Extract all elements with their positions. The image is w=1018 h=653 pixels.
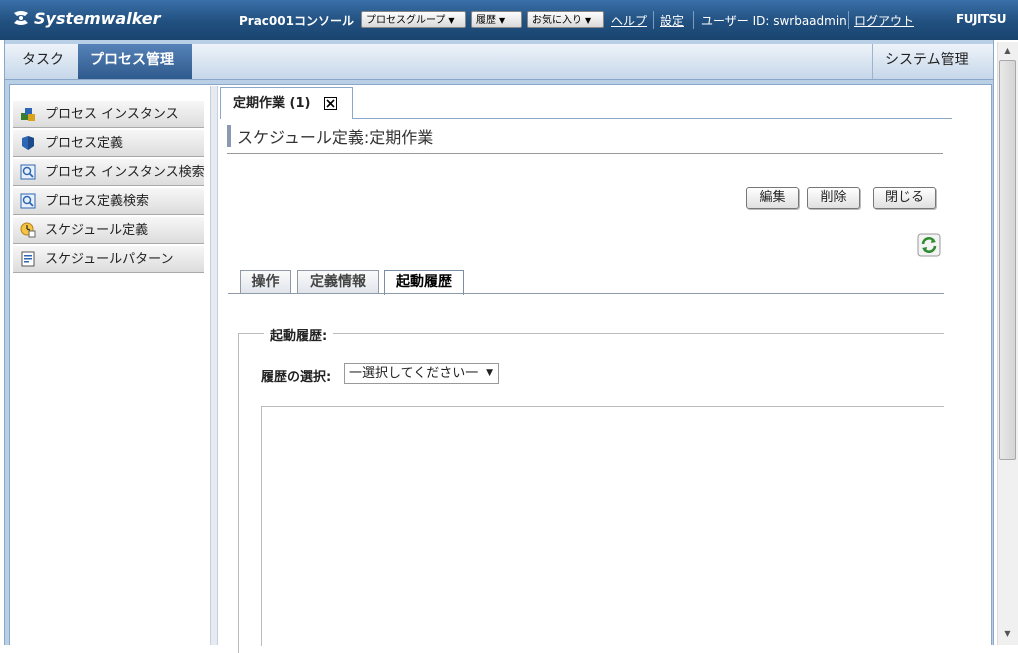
process-instance-icon: [21, 108, 35, 121]
search-icon: [20, 164, 36, 180]
sidebar-item-label: スケジュール定義: [45, 223, 149, 238]
tab-launch-history[interactable]: 起動履歴: [384, 270, 464, 295]
sidebar-item-schedule-pattern[interactable]: スケジュールパターン: [13, 245, 204, 273]
close-icon[interactable]: [324, 97, 337, 110]
title-accent-bar: [227, 125, 231, 147]
history-select[interactable]: 一選択してください一 ▼: [344, 363, 499, 384]
sidebar-item-schedule-definition[interactable]: スケジュール定義: [13, 216, 204, 244]
console-title: Prac001コンソール: [239, 14, 354, 28]
document-tab[interactable]: 定期作業 (1): [220, 87, 353, 119]
sidebar-item-process-instance-search[interactable]: プロセス インスタンス検索: [13, 158, 205, 186]
history-label: 履歴: [476, 15, 496, 26]
scroll-down-icon[interactable]: ▼: [999, 627, 1016, 641]
page-title: スケジュール定義:定期作業: [237, 128, 434, 147]
help-link[interactable]: ヘルプ: [611, 12, 647, 29]
settings-link[interactable]: 設定: [660, 12, 684, 29]
process-definition-icon: [22, 136, 34, 150]
favorites-button[interactable]: お気に入り ▼: [527, 11, 604, 28]
history-detail-area: [261, 406, 944, 646]
chevron-down-icon: ▼: [499, 16, 506, 25]
search-icon: [20, 193, 36, 209]
chevron-down-icon: ▼: [486, 368, 493, 378]
refresh-icon[interactable]: [917, 233, 941, 257]
header-divider: [693, 11, 694, 29]
fujitsu-logo: FUJITSU: [956, 12, 1006, 26]
tab-system-management[interactable]: システム管理: [872, 44, 994, 79]
header-divider: [653, 11, 654, 29]
scrollbar-thumb[interactable]: [999, 60, 1016, 460]
scroll-up-icon[interactable]: ▲: [999, 44, 1016, 58]
subtab-divider: [228, 293, 944, 294]
chevron-down-icon: ▼: [585, 16, 592, 25]
product-name: Systemwalker: [34, 9, 161, 28]
favorites-label: お気に入り: [532, 15, 582, 26]
logout-link[interactable]: ログアウト: [854, 12, 914, 29]
close-button[interactable]: 閉じる: [873, 187, 936, 209]
sidebar-item-label: スケジュールパターン: [45, 252, 174, 267]
sidebar-item-label: プロセス定義検索: [45, 194, 150, 209]
tab-process-management[interactable]: プロセス管理: [78, 44, 192, 79]
edit-button[interactable]: 編集: [746, 187, 799, 209]
history-button[interactable]: 履歴 ▼: [471, 11, 522, 28]
schedule-pattern-icon: [21, 251, 35, 267]
schedule-icon: [20, 222, 36, 238]
process-group-button[interactable]: プロセスグループ ▼: [361, 11, 466, 28]
sidebar-item-process-instance[interactable]: プロセス インスタンス: [13, 100, 204, 128]
tab-definition-info[interactable]: 定義情報: [297, 270, 379, 294]
systemwalker-logo-icon: [14, 11, 28, 25]
tab-operation[interactable]: 操作: [240, 270, 291, 294]
title-divider: [227, 153, 943, 154]
header-divider: [848, 11, 849, 29]
sidebar-item-label: プロセス定義: [45, 136, 124, 151]
user-id: ユーザー ID: swrbaadmin: [701, 14, 847, 28]
panel-splitter[interactable]: [210, 86, 218, 645]
sidebar-item-process-definition-search[interactable]: プロセス定義検索: [13, 187, 204, 215]
sidebar-item-label: プロセス インスタンス検索: [45, 165, 205, 180]
tab-task[interactable]: タスク: [10, 44, 76, 79]
chevron-down-icon: ▼: [448, 16, 455, 25]
sidebar-item-label: プロセス インスタンス: [45, 107, 179, 122]
history-select-value: 一選択してください一: [349, 366, 479, 381]
tab-strip-divider: [352, 118, 952, 119]
history-select-label: 履歴の選択:: [261, 370, 332, 385]
section-legend: 起動履歴:: [264, 325, 334, 344]
document-tab-label: 定期作業 (1): [233, 96, 311, 111]
delete-button[interactable]: 削除: [807, 187, 860, 209]
process-group-label: プロセスグループ: [366, 15, 446, 26]
systemwalker-logo: Systemwalker: [12, 9, 161, 28]
sidebar-item-process-definition[interactable]: プロセス定義: [13, 129, 204, 157]
